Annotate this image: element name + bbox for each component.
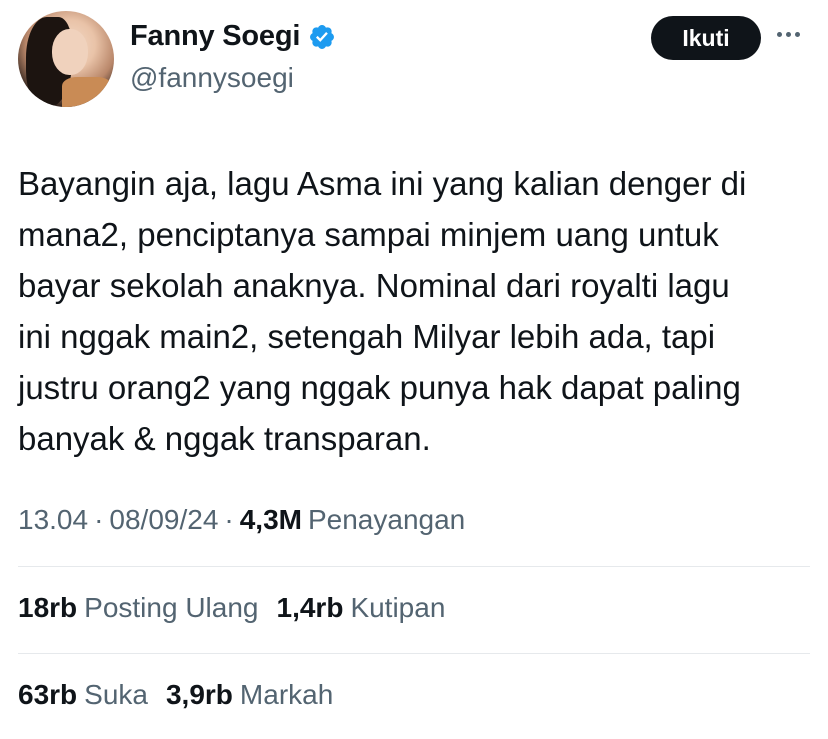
tweet-meta: 13.04 · 08/09/24 · 4,3M Penayangan: [18, 504, 465, 536]
stats-row-likes: 63rb Suka 3,9rb Markah: [18, 679, 351, 711]
quotes-stat[interactable]: 1,4rb Kutipan: [277, 592, 446, 624]
divider: [18, 653, 810, 654]
likes-stat[interactable]: 63rb Suka: [18, 679, 148, 711]
bookmarks-label: Markah: [239, 679, 334, 710]
divider: [18, 566, 810, 567]
avatar-clothing: [62, 77, 112, 107]
views-label: Penayangan: [307, 504, 466, 535]
stats-row-reposts: 18rb Posting Ulang 1,4rb Kutipan: [18, 592, 463, 624]
likes-label: Suka: [84, 679, 148, 710]
quotes-label: Kutipan: [350, 592, 446, 623]
tweet-time[interactable]: 13.04: [18, 504, 88, 536]
meta-separator: ·: [224, 504, 234, 535]
reposts-label: Posting Ulang: [84, 592, 259, 623]
quotes-count: 1,4rb: [276, 592, 344, 623]
tweet-date[interactable]: 08/09/24: [109, 504, 218, 536]
meta-separator: ·: [94, 504, 104, 535]
avatar[interactable]: [18, 11, 114, 107]
avatar-face: [52, 29, 88, 75]
author-name-row: Fanny Soegi: [130, 20, 336, 53]
bookmarks-stat[interactable]: 3,9rb Markah: [166, 679, 333, 711]
likes-count: 63rb: [18, 679, 78, 710]
views-count: 4,3M: [239, 504, 302, 535]
verified-badge-icon[interactable]: [308, 23, 336, 51]
reposts-count: 18rb: [18, 592, 78, 623]
display-name[interactable]: Fanny Soegi: [130, 20, 300, 53]
more-options-icon[interactable]: [777, 32, 800, 37]
bookmarks-count: 3,9rb: [165, 679, 233, 710]
author-handle[interactable]: @fannysoegi: [130, 62, 294, 94]
follow-button[interactable]: Ikuti: [651, 16, 761, 60]
reposts-stat[interactable]: 18rb Posting Ulang: [18, 592, 259, 624]
tweet-text: Bayangin aja, lagu Asma ini yang kalian …: [18, 165, 747, 457]
